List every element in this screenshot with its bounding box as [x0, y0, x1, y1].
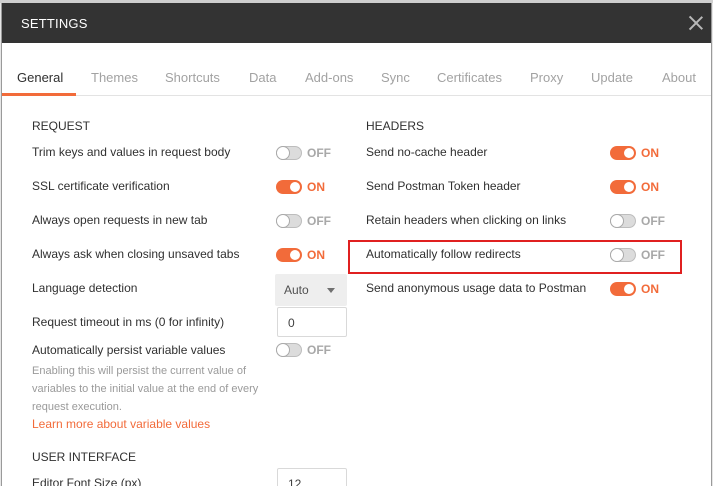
- new-tab-toggle[interactable]: [276, 214, 302, 228]
- toggle-knob: [289, 181, 301, 193]
- persist-variables-toggle[interactable]: [276, 343, 302, 357]
- ask-closing-toggle[interactable]: [276, 248, 302, 262]
- headers-section-title: HEADERS: [366, 119, 425, 133]
- ssl-verification-label: SSL certificate verification: [32, 179, 170, 193]
- ask-closing-state: ON: [307, 248, 325, 262]
- usage-data-state: ON: [641, 282, 659, 296]
- language-detection-label: Language detection: [32, 281, 138, 295]
- tab-general[interactable]: General: [17, 70, 63, 85]
- postman-token-toggle[interactable]: [610, 180, 636, 194]
- tab-proxy[interactable]: Proxy: [530, 70, 563, 85]
- tab-sync[interactable]: Sync: [381, 70, 410, 85]
- toggle-knob: [276, 214, 290, 228]
- redirects-highlight-box: [348, 240, 682, 274]
- retain-headers-label: Retain headers when clicking on links: [366, 213, 567, 227]
- titlebar: SETTINGS: [2, 3, 711, 43]
- ask-closing-label: Always ask when closing unsaved tabs: [32, 247, 240, 261]
- retain-headers-state: OFF: [641, 214, 665, 228]
- tab-data[interactable]: Data: [249, 70, 276, 85]
- settings-modal: SETTINGS General Themes Shortcuts Data A…: [1, 3, 712, 486]
- tab-shortcuts[interactable]: Shortcuts: [165, 70, 220, 85]
- tab-add-ons[interactable]: Add-ons: [305, 70, 353, 85]
- window-title: SETTINGS: [21, 16, 88, 31]
- request-timeout-input[interactable]: 0: [277, 307, 347, 337]
- settings-tabs: General Themes Shortcuts Data Add-ons Sy…: [2, 43, 711, 96]
- language-detection-value: Auto: [284, 283, 309, 297]
- persist-variables-state: OFF: [307, 343, 331, 357]
- toggle-knob: [623, 181, 635, 193]
- postman-token-label: Send Postman Token header: [366, 179, 521, 193]
- no-cache-state: ON: [641, 146, 659, 160]
- no-cache-toggle[interactable]: [610, 146, 636, 160]
- persist-variables-label: Automatically persist variable values: [32, 343, 226, 357]
- trim-keys-toggle[interactable]: [276, 146, 302, 160]
- tab-themes[interactable]: Themes: [91, 70, 138, 85]
- close-icon[interactable]: [685, 12, 707, 34]
- editor-font-size-input[interactable]: 12: [277, 468, 347, 486]
- toggle-knob: [276, 343, 290, 357]
- retain-headers-toggle[interactable]: [610, 214, 636, 228]
- no-cache-label: Send no-cache header: [366, 145, 488, 159]
- persist-variables-help: Enabling this will persist the current v…: [32, 365, 259, 413]
- request-timeout-value: 0: [288, 316, 295, 330]
- tab-about[interactable]: About: [662, 70, 696, 85]
- usage-data-toggle[interactable]: [610, 282, 636, 296]
- editor-font-size-value: 12: [288, 477, 302, 486]
- toggle-knob: [276, 146, 290, 160]
- trim-keys-state: OFF: [307, 146, 331, 160]
- tab-certificates[interactable]: Certificates: [437, 70, 502, 85]
- chevron-down-icon: [327, 288, 335, 293]
- trim-keys-label: Trim keys and values in request body: [32, 145, 231, 159]
- language-detection-select[interactable]: Auto: [275, 274, 347, 306]
- user-interface-section-title: USER INTERFACE: [32, 450, 137, 464]
- editor-font-size-label: Editor Font Size (px): [32, 476, 142, 486]
- toggle-knob: [289, 249, 301, 261]
- usage-data-label: Send anonymous usage data to Postman: [366, 281, 587, 295]
- toggle-knob: [623, 147, 635, 159]
- new-tab-label: Always open requests in new tab: [32, 213, 208, 227]
- variable-values-link[interactable]: Learn more about variable values: [32, 417, 210, 431]
- active-tab-indicator: [2, 93, 76, 96]
- new-tab-state: OFF: [307, 214, 331, 228]
- postman-token-state: ON: [641, 180, 659, 194]
- tab-update[interactable]: Update: [591, 70, 633, 85]
- toggle-knob: [610, 214, 624, 228]
- ssl-verification-state: ON: [307, 180, 325, 194]
- request-timeout-label: Request timeout in ms (0 for infinity): [32, 315, 225, 329]
- ssl-verification-toggle[interactable]: [276, 180, 302, 194]
- toggle-knob: [623, 283, 635, 295]
- request-section-title: REQUEST: [32, 119, 91, 133]
